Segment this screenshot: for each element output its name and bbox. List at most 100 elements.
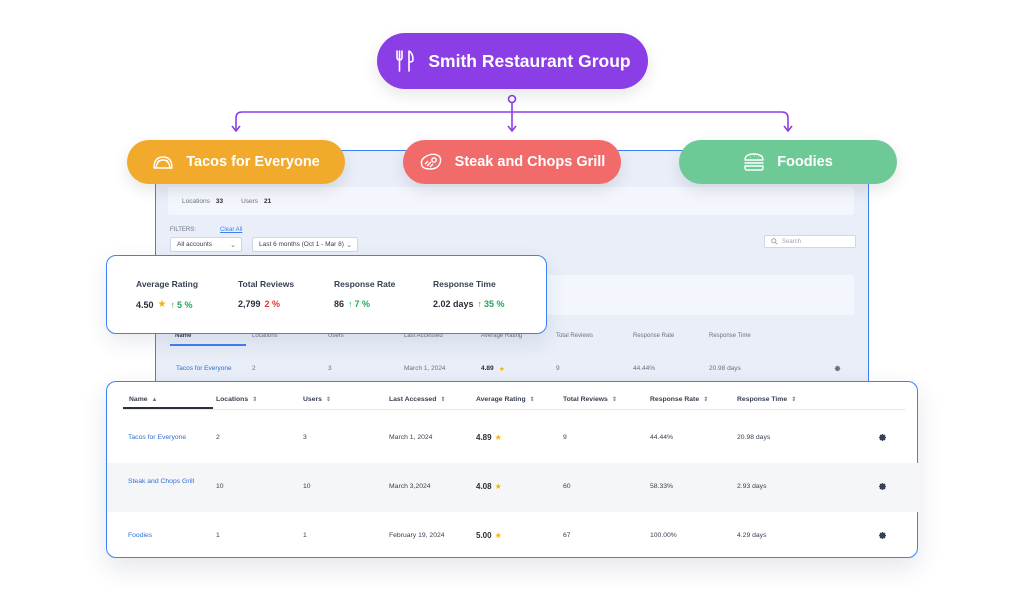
row-last-accessed: February 19, 2024: [389, 532, 445, 539]
bg-date-select[interactable]: Last 6 months (Oct 1 - Mar 8) ⌄: [252, 237, 358, 252]
row-rating: 4.08 ★: [476, 482, 502, 491]
metric-value: 2,799: [238, 299, 261, 309]
row-response-rate: 58.33%: [650, 483, 674, 490]
header-divider: [123, 408, 905, 410]
metric-change-value: 35 %: [484, 299, 505, 309]
metric-change: ↑ 5 %: [171, 300, 193, 310]
metric-value: 2.02 days: [433, 299, 474, 309]
star-icon: ★: [499, 366, 505, 373]
arrow-up-icon: ↑: [477, 299, 483, 309]
row-name-link[interactable]: Foodies: [128, 532, 208, 540]
col-response-time[interactable]: Response Time ⇕: [737, 396, 796, 403]
metric-label: Total Reviews: [238, 279, 295, 289]
row-last-accessed: March 3,2024: [389, 483, 431, 490]
bg-table-row[interactable]: Tacos for Everyone 2 3 March 1, 2024 4.8…: [170, 365, 856, 379]
star-icon: ★: [494, 531, 502, 540]
metric-response-rate: Response Rate 86 ↑ 7 %: [334, 279, 395, 309]
row-reviews: 60: [563, 483, 571, 490]
col-name[interactable]: Name ▲: [129, 396, 157, 403]
row-response-time: 4.29 days: [737, 532, 767, 539]
gear-icon[interactable]: [834, 365, 841, 374]
metric-value: 4.50: [136, 299, 154, 310]
row-response-time: 2.93 days: [737, 483, 767, 490]
row-users: 3: [303, 434, 307, 441]
star-icon: ★: [494, 433, 502, 442]
bg-row-last-accessed: March 1, 2024: [404, 365, 446, 372]
table-row[interactable]: Tacos for Everyone 2 3 March 1, 2024 4.8…: [107, 414, 919, 463]
row-response-rate: 44.44%: [650, 434, 674, 441]
row-response-time: 20.98 days: [737, 434, 771, 441]
col-response-time-label: Response Time: [737, 396, 788, 403]
col-response-rate[interactable]: Response Rate ⇕: [650, 396, 708, 403]
table-row[interactable]: Steak and Chops Grill 10 10 March 3,2024…: [107, 463, 919, 512]
search-icon: [771, 238, 778, 245]
brand-name-foodies: Foodies: [777, 154, 833, 170]
row-locations: 2: [216, 434, 220, 441]
chevron-down-icon: ⌄: [346, 242, 352, 249]
col-users[interactable]: Users ⇕: [303, 396, 331, 403]
bg-col-response-rate[interactable]: Response Rate: [633, 333, 674, 339]
sort-asc-icon: ▲: [151, 396, 158, 403]
gear-icon[interactable]: [878, 531, 887, 542]
sort-icon: ⇕: [703, 397, 709, 403]
arrow-up-icon: ↑: [348, 299, 353, 309]
metric-total-reviews: Total Reviews 2,799 2 %: [238, 279, 294, 309]
col-response-rate-label: Response Rate: [650, 396, 700, 403]
row-locations: 1: [216, 532, 220, 539]
accounts-table-card: Name ▲ Locations ⇕ Users ⇕ Last Accessed ⇕ A…: [106, 381, 919, 561]
bg-sort-indicator: [170, 344, 246, 346]
row-name-link[interactable]: Steak and Chops Grill: [128, 478, 200, 486]
brand-pill-tacos[interactable]: Tacos for Everyone: [127, 140, 345, 184]
metric-change: ↑ 7 %: [348, 299, 370, 309]
bg-row-response-rate: 44.44%: [633, 365, 656, 372]
bg-summary-bar: Locations 33 Users 21: [168, 187, 854, 215]
bg-locations-label: Locations: [182, 197, 210, 205]
bg-locations-value: 33: [215, 197, 224, 205]
row-users: 1: [303, 532, 307, 539]
table-row[interactable]: Foodies 1 1 February 19, 2024 5.00 ★ 67 1…: [107, 512, 919, 561]
bg-clear-all-link[interactable]: Clear All: [220, 227, 242, 233]
star-icon: ★: [157, 299, 167, 310]
bg-account-select-value: All accounts: [177, 241, 213, 248]
col-average-rating[interactable]: Average Rating ⇕: [476, 396, 535, 403]
row-rating-value: 5.00: [476, 531, 492, 540]
brand-pill-steak[interactable]: Steak and Chops Grill: [403, 140, 621, 184]
bg-search-input[interactable]: Search: [764, 235, 856, 248]
org-pill[interactable]: Smith Restaurant Group: [377, 33, 648, 89]
utensils-icon: [394, 49, 416, 73]
bg-row-rating: 4.89: [481, 365, 494, 372]
col-last-accessed-label: Last Accessed: [389, 396, 437, 403]
bg-col-total-reviews[interactable]: Total Reviews: [556, 333, 593, 339]
sort-icon: ⇕: [325, 397, 331, 403]
col-total-reviews-label: Total Reviews: [563, 396, 608, 403]
col-last-accessed[interactable]: Last Accessed ⇕: [389, 396, 445, 403]
row-users: 10: [303, 483, 311, 490]
gear-icon[interactable]: [878, 433, 887, 444]
table-header: Name ▲ Locations ⇕ Users ⇕ Last Accessed ⇕ A…: [123, 393, 905, 409]
col-name-label: Name: [129, 396, 148, 403]
bg-users-value: 21: [264, 197, 272, 205]
brand-pill-foodies[interactable]: Foodies: [679, 140, 897, 184]
bg-users-label: Users: [241, 197, 259, 205]
bg-date-select-value: Last 6 months (Oct 1 - Mar 8): [259, 241, 344, 248]
col-total-reviews[interactable]: Total Reviews ⇕: [563, 396, 617, 403]
col-locations[interactable]: Locations ⇕: [216, 396, 257, 403]
bg-row-users: 3: [328, 365, 332, 372]
row-response-rate: 100.00%: [650, 532, 677, 539]
col-users-label: Users: [303, 396, 322, 403]
chevron-down-icon: ⌄: [230, 242, 236, 249]
metric-change-value: 5 %: [177, 299, 193, 310]
metric-value: 86: [334, 299, 345, 309]
gear-icon[interactable]: [878, 482, 887, 493]
row-rating: 5.00 ★: [476, 531, 502, 540]
brand-name-steak: Steak and Chops Grill: [454, 154, 606, 170]
bg-search-placeholder: Search: [782, 238, 802, 245]
row-name-link[interactable]: Tacos for Everyone: [128, 434, 208, 442]
burger-icon: [743, 152, 765, 172]
metric-response-time: Response Time 2.02 days ↑ 35 %: [433, 279, 505, 309]
bg-row-name-link[interactable]: Tacos for Everyone: [176, 365, 232, 372]
bg-account-select[interactable]: All accounts ⌄: [170, 237, 242, 252]
sort-icon: ⇕: [791, 397, 797, 403]
arrow-up-icon: ↑: [170, 299, 176, 310]
bg-col-response-time[interactable]: Response Time: [709, 333, 751, 339]
